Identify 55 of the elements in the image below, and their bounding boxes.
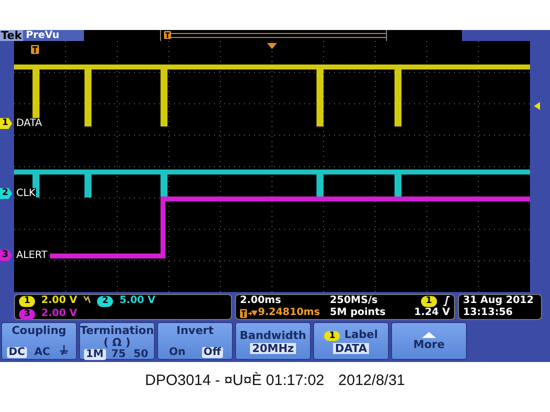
channel-marker: 1 — [0, 118, 12, 129]
menu-option[interactable]: 50 — [132, 349, 150, 360]
menu-value: DATA — [333, 343, 369, 354]
menu-option[interactable]: 75 — [109, 349, 128, 360]
caption-text: DPO3014 - ¤U¤È 01:17:02 — [144, 372, 324, 389]
menu-title: Coupling — [12, 325, 66, 337]
menu-title: More — [413, 339, 445, 351]
channel-scale: 2.00 V — [41, 308, 78, 320]
trigger-position-icon — [267, 43, 277, 49]
menu-title: Label — [344, 328, 378, 341]
menu-button[interactable]: Bandwidth 20MHz — [235, 322, 311, 360]
channel-label: CLK — [15, 188, 36, 199]
menu-option[interactable]: On — [167, 347, 188, 358]
channel-badge: 2 — [97, 296, 114, 307]
channel-scale: 2.00 V — [41, 295, 78, 308]
menu-button[interactable]: Termination ( Ω ) 1M 75 50 — [79, 322, 155, 360]
channel-label: ALERT — [15, 250, 48, 261]
trigger-level: 1.24 V — [413, 307, 450, 319]
date-label: 31 Aug 2012 — [463, 295, 535, 307]
menu-option[interactable]: Off — [202, 347, 223, 358]
menu-button[interactable]: Invert On Off — [157, 322, 233, 360]
menu-option[interactable]: 1M — [84, 349, 106, 360]
channel-marker: 2 — [0, 188, 12, 199]
time-scale: 2.00ms — [240, 295, 282, 307]
menu-title: Invert — [176, 325, 214, 337]
bandwidth-limit-icon — [83, 295, 92, 304]
brand-label: Tek — [0, 30, 23, 41]
trigger-delay: 9.24810ms — [258, 307, 320, 319]
menu-button[interactable]: Coupling DC AC — [1, 322, 77, 360]
trigger-marker-icon — [31, 45, 39, 54]
more-button[interactable]: More — [391, 322, 467, 360]
trigger-level-icon — [534, 102, 542, 110]
channel-scale: 5.00 V — [119, 295, 156, 308]
trigger-delay-icon — [240, 308, 257, 318]
menu-title: Termination — [80, 325, 154, 337]
menu-option[interactable]: DC — [6, 347, 28, 358]
channel-badge: 1 — [324, 331, 340, 341]
channel-badge: 3 — [19, 308, 36, 320]
time-label: 13:13:56 — [463, 307, 514, 319]
menu-value: 20MHz — [250, 342, 296, 354]
up-arrow-icon — [422, 332, 436, 338]
caption-date: 2012/8/31 — [338, 372, 406, 389]
sample-rate: 250MS/s — [330, 295, 379, 307]
channel-badge: 1 — [19, 296, 36, 307]
menu-subtitle: ( Ω ) — [102, 337, 132, 349]
ground-icon — [59, 345, 70, 355]
rising-edge-icon — [443, 296, 450, 306]
channel-marker: 3 — [0, 250, 12, 261]
trigger-source-badge: 1 — [420, 296, 437, 306]
menu-option[interactable]: AC — [32, 347, 52, 358]
channel-label: DATA — [15, 118, 44, 129]
mode-label: PreVu — [22, 30, 84, 41]
menu-title: Bandwidth — [240, 330, 306, 342]
menu-button[interactable]: 1 Label DATA — [313, 322, 389, 360]
record-length: 5M points — [330, 307, 386, 319]
